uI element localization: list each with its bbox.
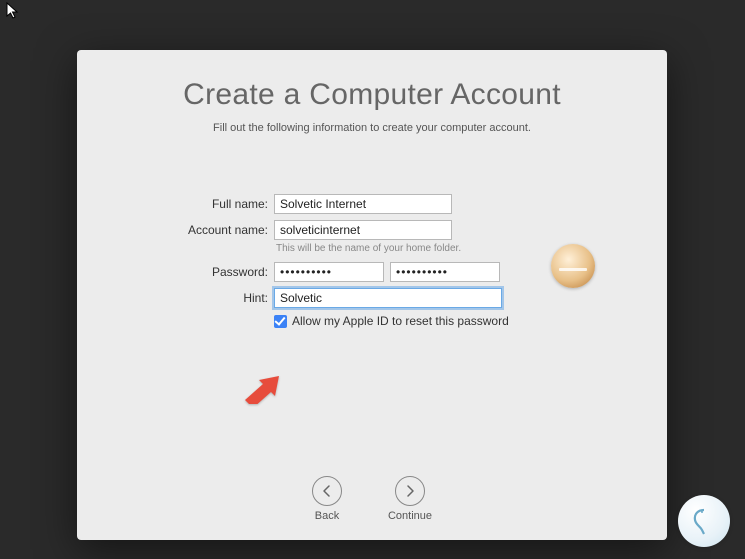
- annotation-arrow: [243, 376, 279, 404]
- allow-apple-id-checkbox[interactable]: [274, 315, 287, 328]
- password-verify-input[interactable]: [390, 262, 500, 282]
- hint-input[interactable]: [274, 288, 502, 308]
- help-bubble-icon[interactable]: [678, 495, 730, 547]
- hint-label: Hint:: [77, 291, 274, 305]
- password-input[interactable]: [274, 262, 384, 282]
- account-name-helper: This will be the name of your home folde…: [274, 243, 667, 254]
- back-label: Back: [315, 510, 339, 522]
- full-name-input[interactable]: [274, 194, 452, 214]
- back-arrow-icon: [312, 476, 342, 506]
- account-name-label: Account name:: [77, 223, 274, 237]
- continue-button[interactable]: Continue: [388, 476, 432, 522]
- account-avatar[interactable]: [551, 244, 595, 288]
- full-name-label: Full name:: [77, 197, 274, 211]
- create-account-dialog: Create a Computer Account Fill out the f…: [77, 50, 667, 540]
- page-title: Create a Computer Account: [77, 78, 667, 112]
- continue-arrow-icon: [395, 476, 425, 506]
- cursor-pointer: [6, 2, 20, 20]
- page-subtitle: Fill out the following information to cr…: [77, 122, 667, 134]
- back-button[interactable]: Back: [312, 476, 342, 522]
- password-label: Password:: [77, 265, 274, 279]
- nav-bar: Back Continue: [77, 476, 667, 522]
- continue-label: Continue: [388, 510, 432, 522]
- account-name-input[interactable]: [274, 220, 452, 240]
- allow-apple-id-label: Allow my Apple ID to reset this password: [292, 314, 509, 328]
